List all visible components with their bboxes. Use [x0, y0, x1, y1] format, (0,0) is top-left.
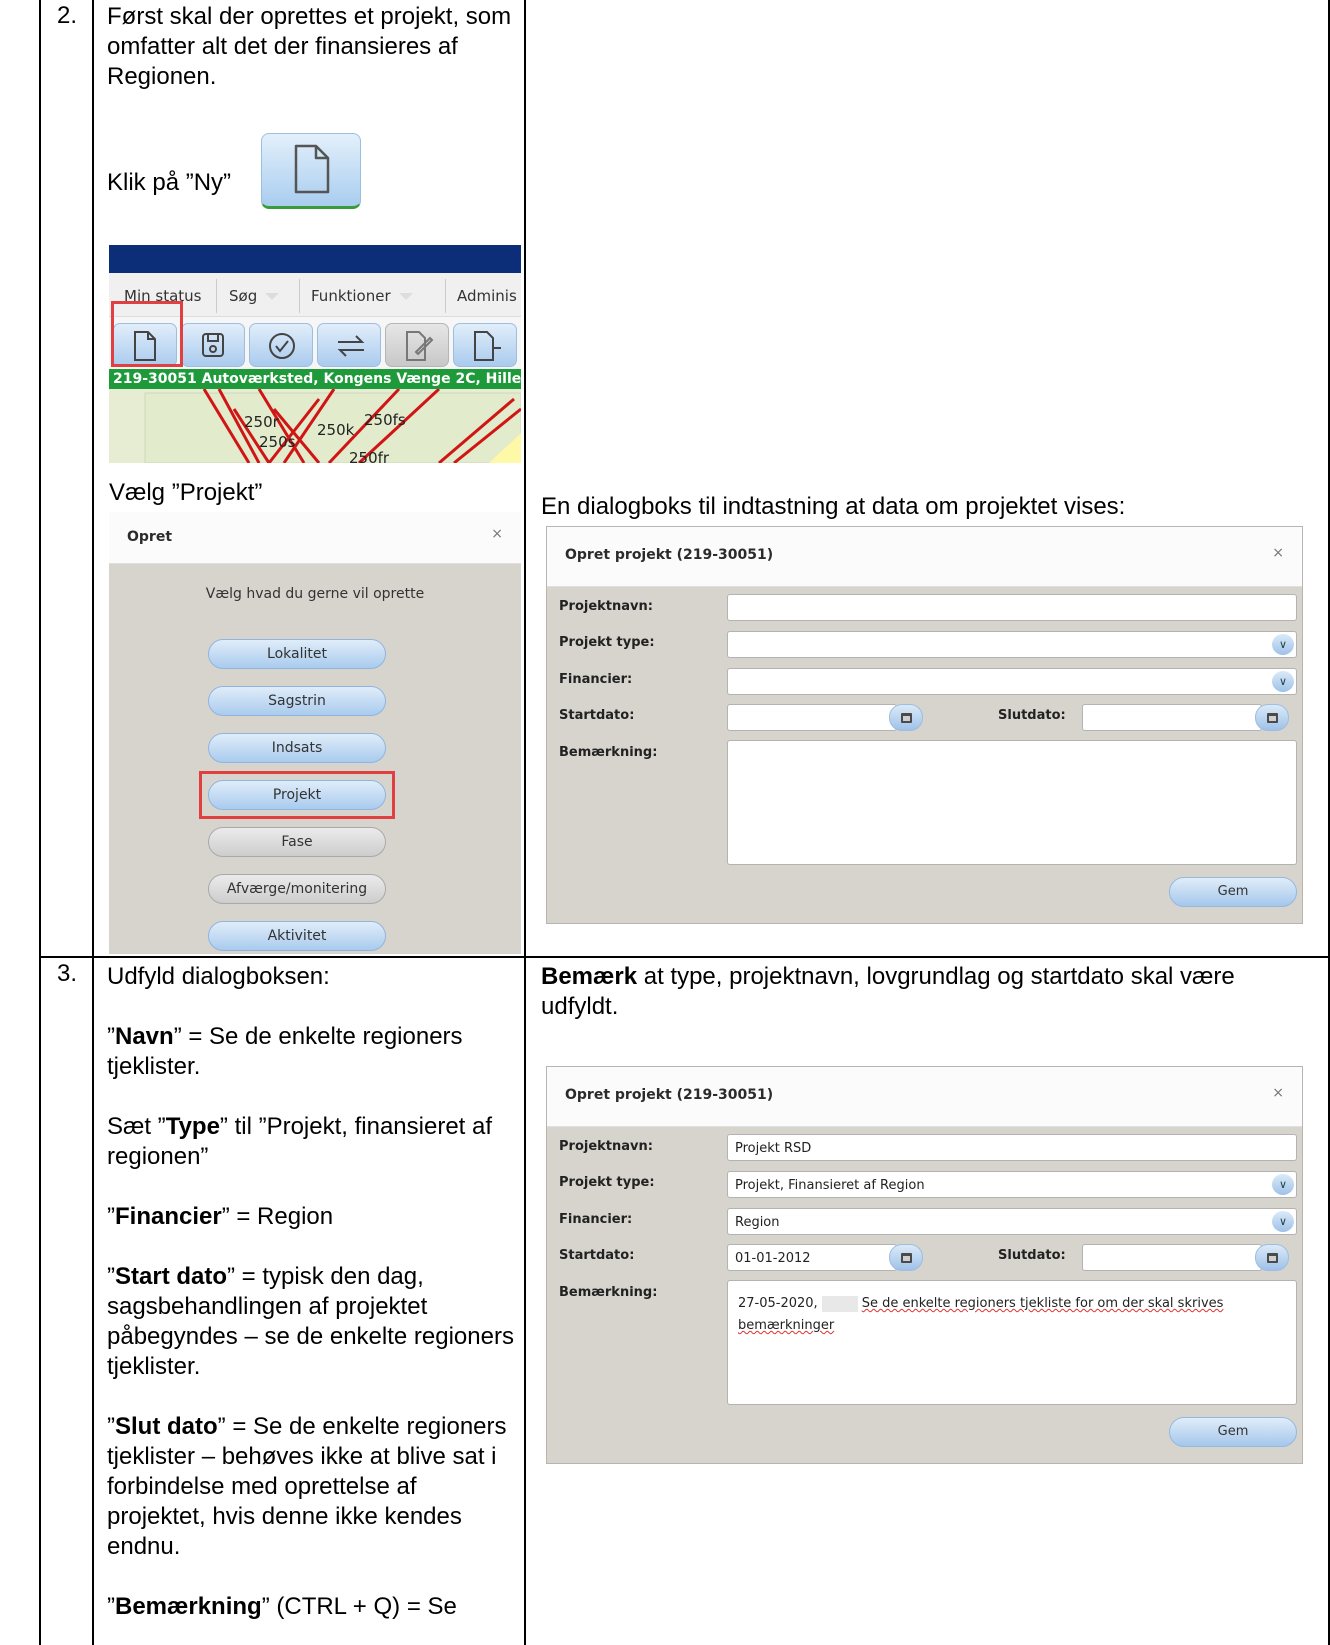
- floppy-icon: [202, 333, 224, 357]
- label-project-type: Projekt type:: [559, 635, 655, 650]
- close-icon[interactable]: ×: [1272, 545, 1284, 561]
- end-date-input[interactable]: [1082, 1244, 1262, 1271]
- row-divider: [39, 956, 1330, 958]
- option-sagstrin-button[interactable]: Sagstrin: [208, 686, 386, 716]
- choose-project-text: Vælg ”Projekt”: [109, 479, 263, 506]
- step3-instructions: Udfyld dialogboksen: ”Navn” = Se de enke…: [107, 962, 517, 1622]
- chevron-down-icon: [265, 293, 280, 300]
- menu-functions[interactable]: Funktioner: [311, 287, 413, 305]
- end-date-input[interactable]: [1082, 704, 1262, 731]
- option-fase-button[interactable]: Fase: [208, 827, 386, 857]
- label-remark: Bemærkning:: [559, 745, 658, 760]
- dialog-title: Opret: [127, 529, 173, 545]
- save-button[interactable]: Gem: [1169, 1417, 1297, 1447]
- map-label: 250k: [317, 421, 355, 439]
- map-label: 250s: [259, 433, 296, 451]
- save-button[interactable]: Gem: [1169, 877, 1297, 907]
- create-project-dialog-filled: Opret projekt (219-30051) × Projektnavn:…: [546, 1066, 1303, 1464]
- close-icon[interactable]: ×: [1272, 1085, 1284, 1101]
- close-icon[interactable]: ×: [491, 526, 503, 542]
- end-date-instruction: ”Slut dato” = Se de enkelte regioners tj…: [107, 1413, 507, 1560]
- menu-search[interactable]: Søg: [229, 287, 280, 305]
- redacted-name: [821, 1295, 858, 1312]
- financier-select[interactable]: Region ∨: [727, 1208, 1297, 1235]
- document-icon: [294, 144, 330, 194]
- dialog-title: Opret projekt (219-30051): [565, 1087, 774, 1103]
- step3-note: Bemærk at type, projektnavn, lovgrundlag…: [541, 963, 1235, 1020]
- highlight-box: [199, 771, 395, 819]
- type-instruction: Sæt ”Type” til ”Projekt, finansieret af …: [107, 1113, 493, 1170]
- project-name-input[interactable]: [727, 594, 1297, 621]
- edit-tool-button[interactable]: [385, 323, 449, 367]
- approve-tool-button[interactable]: [249, 323, 313, 367]
- save-tool-button[interactable]: [181, 323, 245, 367]
- label-project-name: Projektnavn:: [559, 1139, 653, 1154]
- name-instruction: ”Navn” = Se de enkelte regioners tjeklis…: [107, 1023, 463, 1080]
- table-divider-number: [92, 0, 94, 1645]
- label-start-date: Startdato:: [559, 708, 635, 723]
- map-label: 250fr: [349, 449, 390, 463]
- project-type-select[interactable]: Projekt, Finansieret af Region ∨: [727, 1171, 1297, 1198]
- address-bar: 219-30051 Autoværksted, Kongens Vænge 2C…: [109, 369, 521, 389]
- table-divider-columns: [524, 0, 526, 1645]
- label-start-date: Startdato:: [559, 1248, 635, 1263]
- row-number: 2.: [56, 2, 77, 29]
- dialog-title: Opret projekt (219-30051): [565, 547, 774, 563]
- option-lokalitet-button[interactable]: Lokalitet: [208, 639, 386, 669]
- map-plot: 250r 250s 250k 250fs 250fr: [144, 387, 521, 463]
- calendar-icon[interactable]: [889, 1244, 923, 1271]
- chevron-down-icon: [398, 293, 413, 300]
- check-circle-icon: [269, 333, 295, 359]
- label-end-date: Slutdato:: [998, 1248, 1066, 1263]
- chevron-down-icon[interactable]: ∨: [1272, 634, 1294, 655]
- document-add-icon: [474, 331, 501, 361]
- financier-select[interactable]: ∨: [727, 668, 1297, 695]
- document-add-tool-button[interactable]: [453, 323, 517, 367]
- label-end-date: Slutdato:: [998, 708, 1066, 723]
- create-project-dialog-empty: Opret projekt (219-30051) × Projektnavn:…: [546, 526, 1303, 924]
- project-type-select[interactable]: ∨: [727, 631, 1297, 658]
- click-new-text: Klik på ”Ny”: [107, 169, 232, 196]
- label-project-type: Projekt type:: [559, 1175, 655, 1190]
- start-date-input[interactable]: [727, 704, 897, 731]
- financier-instruction: ”Financier” = Region: [107, 1203, 334, 1230]
- document-edit-icon: [406, 331, 434, 361]
- project-name-input[interactable]: Projekt RSD: [727, 1134, 1297, 1161]
- option-aktivitet-button[interactable]: Aktivitet: [208, 921, 386, 951]
- row-number: 3.: [56, 960, 77, 987]
- label-project-name: Projektnavn:: [559, 599, 653, 614]
- swap-arrows-icon: [337, 335, 365, 357]
- remark-textarea[interactable]: [727, 740, 1297, 865]
- option-indsats-button[interactable]: Indsats: [208, 733, 386, 763]
- highlight-box: [111, 301, 183, 367]
- calendar-icon[interactable]: [1255, 1244, 1289, 1271]
- step2-intro: Først skal der oprettes et projekt, som …: [107, 3, 512, 90]
- label-financier: Financier:: [559, 1212, 633, 1227]
- map-area: 250r 250s 250k 250fs 250fr: [109, 387, 521, 463]
- start-date-input[interactable]: 01-01-2012: [727, 1244, 897, 1271]
- chevron-down-icon[interactable]: ∨: [1272, 1174, 1294, 1195]
- opret-prompt: Vælg hvad du gerne vil oprette: [205, 586, 425, 602]
- app-title-bar: [109, 245, 521, 273]
- transfer-tool-button[interactable]: [317, 323, 381, 367]
- start-date-instruction: ”Start dato” = typisk den dag, sagsbehan…: [107, 1263, 514, 1380]
- chevron-down-icon[interactable]: ∨: [1272, 1211, 1294, 1232]
- label-remark: Bemærkning:: [559, 1285, 658, 1300]
- new-button-preview: [261, 133, 361, 209]
- dialog-caption: En dialogboks til indtastning at data om…: [541, 493, 1126, 520]
- option-afvaerge-button[interactable]: Afværge/monitering: [208, 874, 386, 904]
- fill-in-text: Udfyld dialogboksen:: [107, 963, 330, 990]
- map-label: 250fs: [364, 411, 406, 429]
- calendar-icon[interactable]: [1255, 704, 1289, 731]
- opret-dialog: Opret × Vælg hvad du gerne vil oprette L…: [109, 512, 521, 954]
- map-label: 250r: [244, 413, 280, 431]
- menu-admin[interactable]: Adminis: [457, 287, 517, 305]
- app-screenshot: Min status Søg Funktioner Adminis 219-30…: [109, 245, 521, 463]
- remark-instruction: ”Bemærkning” (CTRL + Q) = Se: [107, 1593, 457, 1620]
- calendar-icon[interactable]: [889, 704, 923, 731]
- remark-textarea[interactable]: 27-05-2020, Se de enkelte regioners tjekl…: [727, 1280, 1297, 1405]
- label-financier: Financier:: [559, 672, 633, 687]
- chevron-down-icon[interactable]: ∨: [1272, 671, 1294, 692]
